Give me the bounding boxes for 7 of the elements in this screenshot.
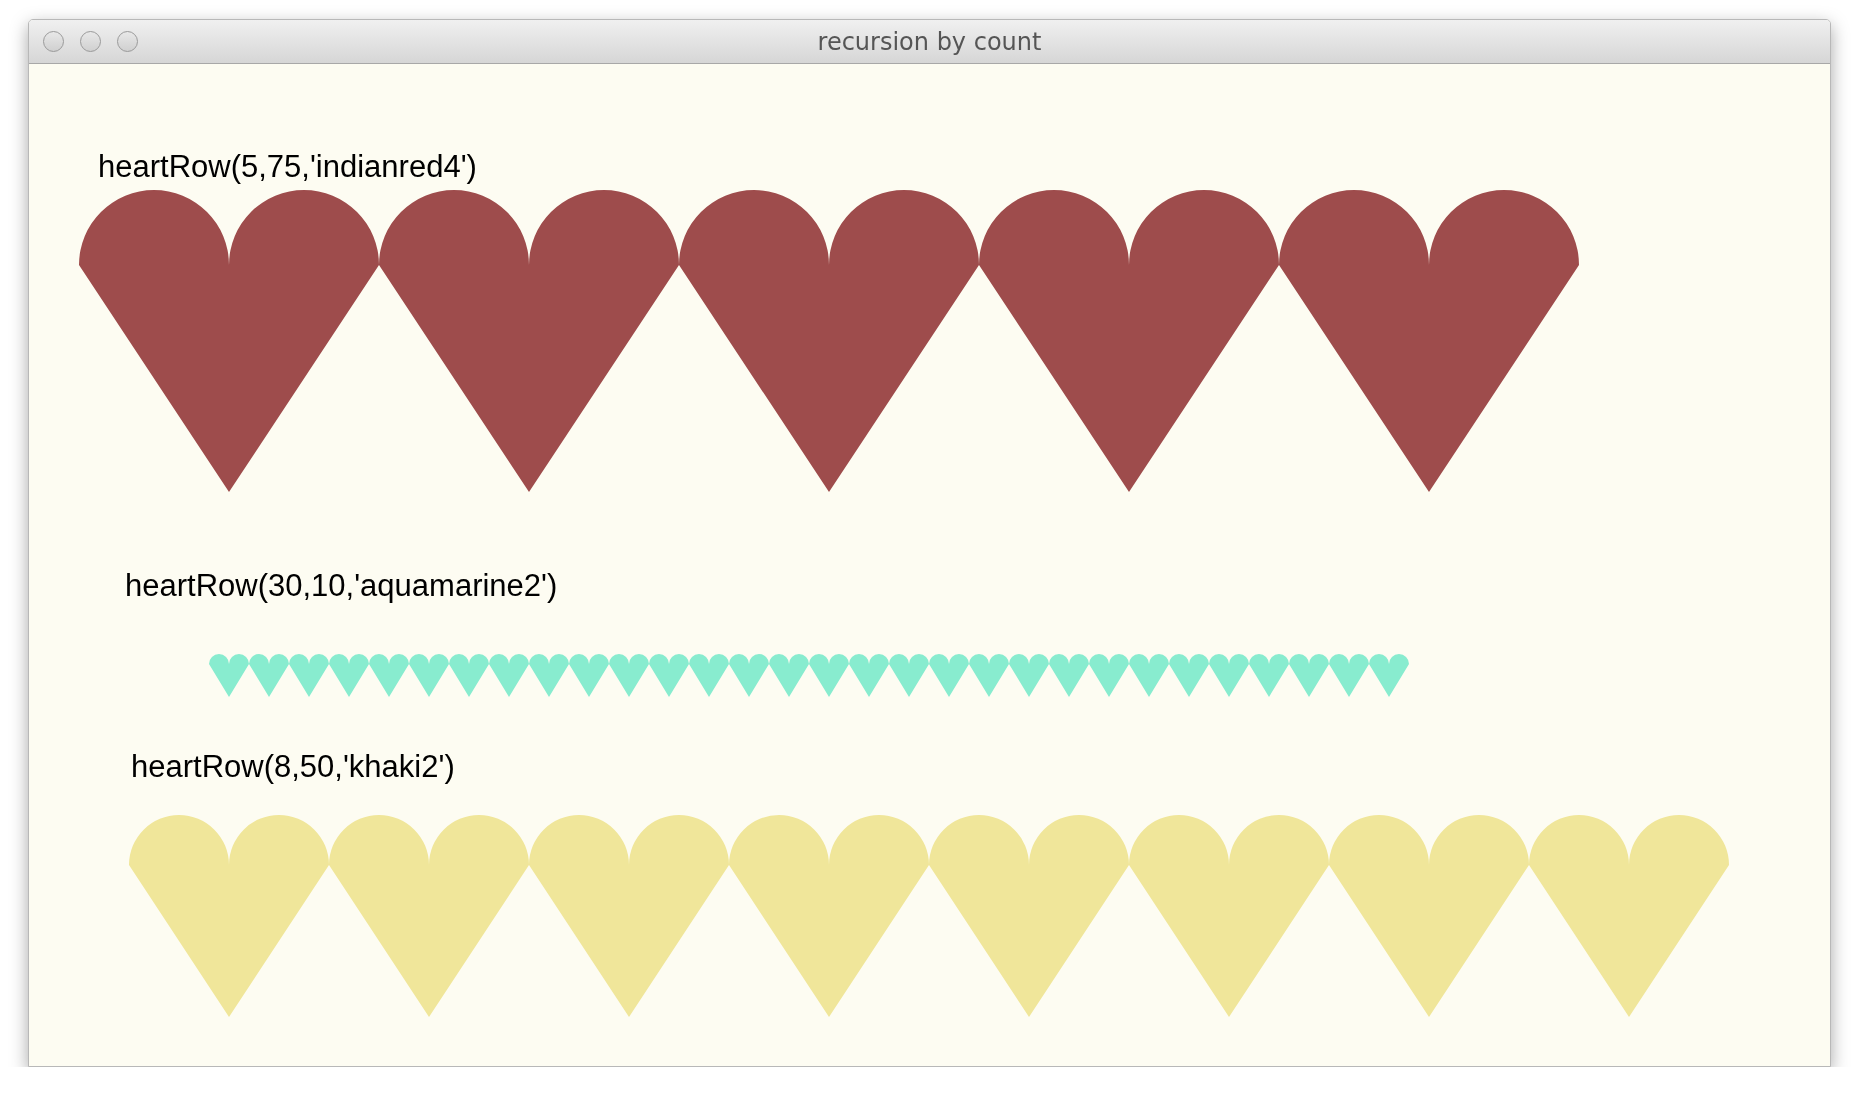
zoom-button[interactable]: [117, 31, 138, 52]
window-title: recursion by count: [817, 27, 1042, 56]
code-label: heartRow(8,50,'khaki2'): [131, 749, 455, 785]
code-label: heartRow(5,75,'indianred4'): [98, 149, 477, 185]
code-label: heartRow(30,10,'aquamarine2'): [125, 568, 558, 604]
close-button[interactable]: [43, 31, 64, 52]
minimize-button[interactable]: [80, 31, 101, 52]
